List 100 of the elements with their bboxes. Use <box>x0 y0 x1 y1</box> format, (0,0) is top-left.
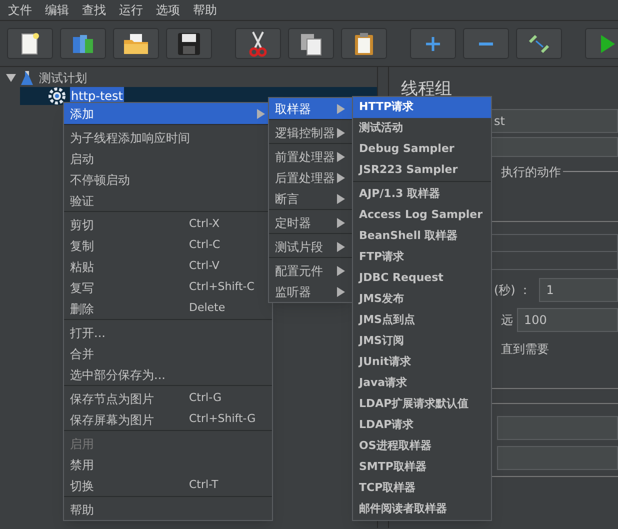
menu-item[interactable]: 帮助 <box>64 499 272 520</box>
menu-item[interactable]: LDAP请求 <box>353 415 491 436</box>
toolbar-button[interactable] <box>288 28 334 59</box>
menu-title[interactable]: 帮助 <box>193 1 217 19</box>
menu-item[interactable]: Java请求 <box>353 373 491 394</box>
toolbar-button[interactable] <box>235 28 281 59</box>
document-icon <box>20 32 40 54</box>
menu-title[interactable]: 查找 <box>82 1 106 19</box>
menu-item[interactable]: Debug Sampler <box>353 139 491 160</box>
action-label: 执行的动作 <box>501 164 561 180</box>
submenu-arrow-icon <box>337 194 345 204</box>
menu-item[interactable]: 前置处理器 <box>269 146 352 167</box>
menu-item[interactable]: 复制 Ctrl-C <box>64 235 272 256</box>
menu-item[interactable]: 打开... <box>64 322 272 343</box>
menu-item[interactable]: 邮件阅读者取样器 <box>353 499 491 520</box>
menu-item[interactable]: JSR223 Sampler <box>353 160 491 181</box>
submenu-arrow-icon <box>337 152 345 162</box>
menu-item[interactable]: SMTP取样器 <box>353 457 491 478</box>
menu-item[interactable]: 取样器 <box>269 98 352 119</box>
menu-item[interactable]: 为子线程添加响应时间 <box>64 127 272 148</box>
flask-icon <box>20 70 34 86</box>
clipboard-icon <box>354 32 374 56</box>
menu-item[interactable]: 复写 Ctrl+Shift-C <box>64 277 272 298</box>
shortcut-label: Delete <box>189 300 226 316</box>
menu-item[interactable]: 保存节点为图片 Ctrl-G <box>64 388 272 409</box>
scissors-icon <box>248 30 268 56</box>
submenu-arrow-icon <box>337 172 345 182</box>
toolbar-button[interactable] <box>341 28 387 59</box>
menu-item[interactable]: 选中部分保存为... <box>64 364 272 385</box>
menu-item[interactable]: 禁用 <box>64 454 272 475</box>
menu-item[interactable]: 定时器 <box>269 212 352 233</box>
books-icon <box>71 32 95 54</box>
toolbar-button[interactable] <box>166 28 212 59</box>
gear-icon <box>48 87 66 105</box>
menu-item[interactable]: 后置处理器 <box>269 167 352 188</box>
menu-item[interactable]: 保存屏幕为图片 Ctrl+Shift-G <box>64 409 272 430</box>
text-field[interactable] <box>497 416 618 440</box>
expand-triangle-icon[interactable] <box>6 73 16 83</box>
menu-item[interactable]: 测试片段 <box>269 236 352 257</box>
menu-item[interactable]: JMS发布 <box>353 289 491 310</box>
submenu-arrow-icon <box>337 286 345 296</box>
shortcut-label: Ctrl+Shift-G <box>189 411 257 428</box>
menu-item[interactable]: 切换 Ctrl-T <box>64 475 272 496</box>
comment-field[interactable] <box>489 136 618 156</box>
copy-icon <box>299 32 323 56</box>
ramp-up-label: (秒) ： <box>494 282 532 298</box>
minus-icon <box>478 42 494 46</box>
shortcut-label: Ctrl-X <box>189 216 221 232</box>
shortcut-label: Ctrl+Shift-C <box>189 279 256 296</box>
submenu-arrow-icon <box>337 266 345 276</box>
toolbar-button[interactable] <box>113 28 159 59</box>
wand-icon <box>528 32 550 54</box>
shortcut-label: Ctrl-C <box>189 237 222 254</box>
menu-item[interactable]: 断言 <box>269 188 352 209</box>
text-field[interactable] <box>497 446 618 470</box>
menu-item[interactable]: 逻辑控制器 <box>269 122 352 143</box>
play-icon <box>600 34 616 54</box>
menu-item[interactable]: 配置元件 <box>269 260 352 281</box>
menu-item[interactable]: JMS订阅 <box>353 331 491 352</box>
menu-item[interactable]: FTP请求 <box>353 247 491 268</box>
menu-item[interactable]: 不停顿启动 <box>64 169 272 190</box>
menu-item[interactable]: 启动 <box>64 148 272 169</box>
menu-title[interactable]: 编辑 <box>45 1 69 19</box>
menu-title[interactable]: 运行 <box>119 1 143 19</box>
submenu-arrow-icon <box>337 218 345 228</box>
submenu-arrow-icon <box>337 128 345 138</box>
shortcut-label: Ctrl-G <box>189 390 222 406</box>
menu-item[interactable]: JMS点到点 <box>353 310 491 331</box>
menu-item[interactable]: 删除 Delete <box>64 298 272 319</box>
folder-icon <box>123 32 149 54</box>
menu-item[interactable]: LDAP扩展请求默认值 <box>353 394 491 415</box>
menu-item[interactable]: 合并 <box>64 343 272 364</box>
delay-option-label: 直到需要 <box>501 340 550 358</box>
menu-title[interactable]: 文件 <box>8 1 32 19</box>
submenu-arrow-icon <box>337 242 345 252</box>
name-field[interactable]: st <box>489 108 618 132</box>
menu-item[interactable]: Access Log Sampler <box>353 205 491 226</box>
menu-item[interactable]: 监听器 <box>269 281 352 302</box>
menu-title[interactable]: 选项 <box>156 1 180 19</box>
menu-item[interactable]: 剪切 Ctrl-X <box>64 214 272 235</box>
menu-item[interactable]: AJP/1.3 取样器 <box>353 184 491 205</box>
menu-item[interactable]: JDBC Request <box>353 268 491 289</box>
toolbar-button[interactable] <box>7 28 53 59</box>
menu-item[interactable]: 测试活动 <box>353 118 491 139</box>
toolbar-button[interactable] <box>516 28 562 59</box>
shortcut-label: Ctrl-V <box>189 258 220 274</box>
shortcut-label: Ctrl-T <box>189 477 220 494</box>
loop-label: 远 <box>501 312 513 328</box>
menu-item[interactable]: 验证 <box>64 190 272 211</box>
plus-icon <box>425 36 441 52</box>
tree-item[interactable]: 测试计划 <box>38 69 88 87</box>
menu-item[interactable]: HTTP请求 <box>353 97 491 118</box>
menu-item[interactable]: 粘贴 Ctrl-V <box>64 256 272 277</box>
ramp-up-field[interactable]: 1 <box>539 278 618 302</box>
submenu-arrow-icon <box>257 108 265 118</box>
menu-item[interactable]: JUnit请求 <box>353 352 491 373</box>
loop-count-field[interactable]: 100 <box>517 308 618 332</box>
menu-item[interactable]: BeanShell 取样器 <box>353 226 491 247</box>
menu-item[interactable]: TCP取样器 <box>353 478 491 499</box>
menu-item[interactable]: OS进程取样器 <box>353 436 491 457</box>
